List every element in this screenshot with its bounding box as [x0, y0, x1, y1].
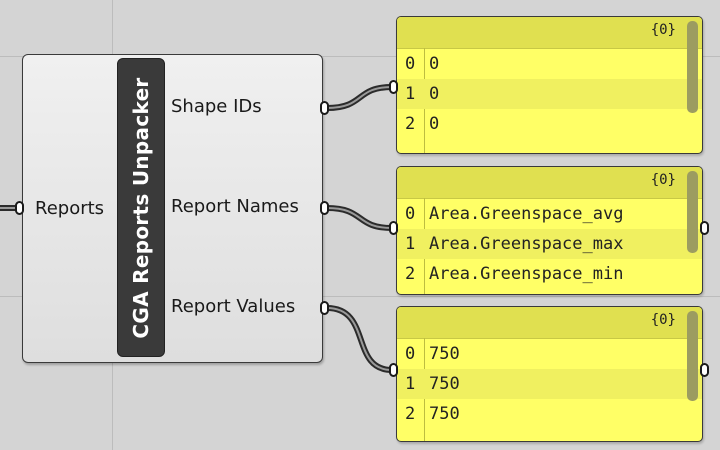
panel-header: {0}: [397, 307, 702, 339]
list-index: 1: [405, 374, 416, 394]
panel-shape-ids-input-grip[interactable]: [389, 80, 398, 94]
output-shape-ids-label: Shape IDs: [171, 96, 262, 117]
panel-path: {0}: [650, 172, 676, 188]
list-item: 0 750: [397, 339, 702, 369]
panel-report-values-input-grip[interactable]: [389, 363, 398, 377]
list-value: Area.Greenspace_max: [429, 234, 624, 254]
list-item: 2 Area.Greenspace_min: [397, 259, 702, 289]
panel-scrollbar[interactable]: [687, 21, 698, 113]
panel-header: {0}: [397, 17, 702, 49]
input-reports-grip[interactable]: [15, 201, 24, 215]
panel-report-values-output-grip[interactable]: [700, 363, 709, 377]
component-title: CGA Reports Unpacker: [129, 76, 153, 339]
list-item: 1 0: [397, 79, 702, 109]
panel-report-names-input-grip[interactable]: [389, 221, 398, 235]
list-index: 1: [405, 234, 416, 254]
input-reports-label: Reports: [35, 198, 105, 219]
list-index: 2: [405, 114, 416, 134]
list-value: 750: [429, 344, 460, 364]
panel-report-names[interactable]: {0} 0 Area.Greenspace_avg 1 Area.Greensp…: [396, 166, 703, 295]
panel-path: {0}: [650, 22, 676, 38]
wire-report-values: [324, 305, 395, 373]
list-value: Area.Greenspace_avg: [429, 204, 624, 224]
list-index: 0: [405, 204, 416, 224]
list-value: Area.Greenspace_min: [429, 264, 624, 284]
panel-header: {0}: [397, 167, 702, 199]
panel-path: {0}: [650, 312, 676, 328]
list-item: 1 750: [397, 369, 702, 399]
list-value: 0: [429, 114, 440, 134]
panel-scrollbar[interactable]: [687, 171, 698, 253]
list-index: 0: [405, 344, 416, 364]
component-title-bar: CGA Reports Unpacker: [117, 58, 165, 357]
list-value: 750: [429, 404, 460, 424]
list-index: 2: [405, 404, 416, 424]
list-item: 2 0: [397, 109, 702, 139]
list-index: 0: [405, 54, 416, 74]
list-index: 1: [405, 84, 416, 104]
panel-report-values[interactable]: {0} 0 750 1 750 2 750: [396, 306, 703, 442]
list-item: 0 0: [397, 49, 702, 79]
list-value: 750: [429, 374, 460, 394]
list-value: 0: [429, 54, 440, 74]
output-report-names-grip[interactable]: [320, 201, 329, 215]
output-shape-ids-grip[interactable]: [320, 101, 329, 115]
list-item: 0 Area.Greenspace_avg: [397, 199, 702, 229]
panel-shape-ids[interactable]: {0} 0 0 1 0 2 0: [396, 16, 703, 154]
list-index: 2: [405, 264, 416, 284]
panel-report-names-output-grip[interactable]: [700, 221, 709, 235]
list-item: 1 Area.Greenspace_max: [397, 229, 702, 259]
panel-scrollbar[interactable]: [687, 311, 698, 401]
output-report-values-label: Report Values: [171, 296, 296, 317]
output-report-values-grip[interactable]: [320, 301, 329, 315]
list-value: 0: [429, 84, 440, 104]
cga-reports-unpacker-component[interactable]: Reports CGA Reports Unpacker Shape IDs R…: [22, 54, 323, 363]
list-item: 2 750: [397, 399, 702, 429]
output-report-names-label: Report Names: [171, 196, 299, 217]
